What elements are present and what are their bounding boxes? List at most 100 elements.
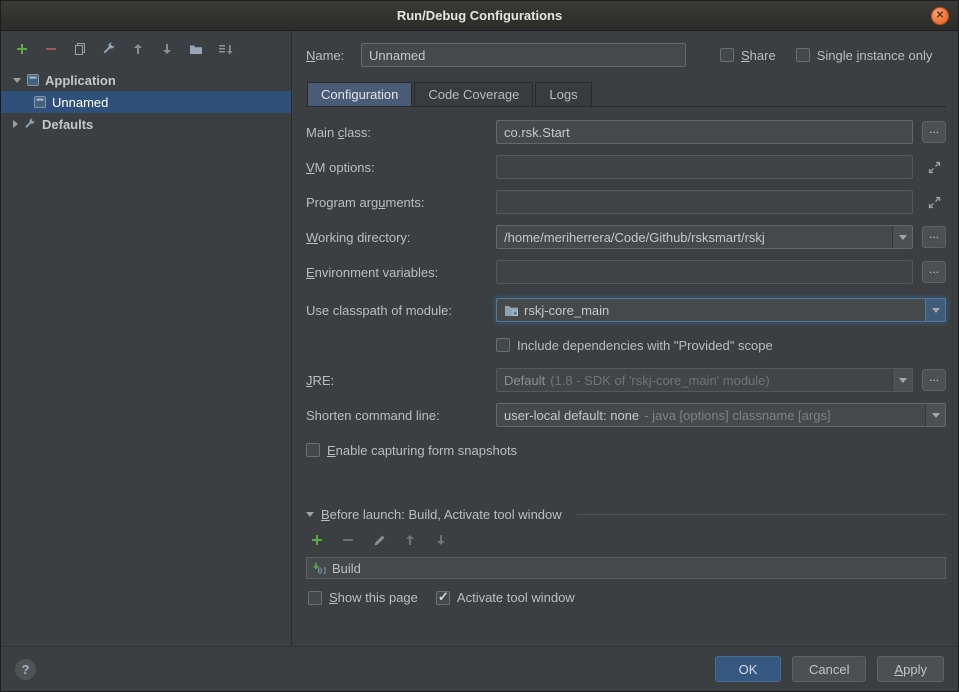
shorten-command-line-label: Shorten command line: xyxy=(306,408,496,423)
close-button[interactable] xyxy=(931,7,949,25)
shorten-command-line-value: user-local default: none xyxy=(504,408,639,423)
program-arguments-row: Program arguments: xyxy=(306,190,946,214)
show-this-page-checkbox[interactable]: Show this page xyxy=(308,590,418,605)
environment-variables-browse-button[interactable]: ... xyxy=(922,261,946,283)
jre-label: JRE: xyxy=(306,373,496,388)
tree-item-defaults[interactable]: Defaults xyxy=(1,113,291,135)
checkbox-icon xyxy=(496,338,510,352)
apply-button[interactable]: Apply xyxy=(877,656,944,682)
arrow-up-icon xyxy=(402,532,418,548)
edit-templates-button[interactable] xyxy=(100,40,118,58)
tab-code-coverage[interactable]: Code Coverage xyxy=(414,82,533,106)
move-up-button[interactable] xyxy=(129,40,147,58)
before-launch-toggle[interactable]: Before launch: Build, Activate tool wind… xyxy=(306,507,946,522)
ok-button[interactable]: OK xyxy=(715,656,781,682)
jre-browse-button[interactable]: ... xyxy=(922,369,946,391)
checkbox-label: Single instance only xyxy=(817,48,933,63)
classpath-module-combo[interactable]: rskj-core_main xyxy=(496,298,946,322)
name-label: Name: xyxy=(306,48,361,63)
include-dependencies-checkbox[interactable]: Include dependencies with "Provided" sco… xyxy=(496,338,773,353)
vm-options-expand-button[interactable] xyxy=(922,155,946,179)
environment-variables-label: Environment variables: xyxy=(306,265,496,280)
arrow-up-icon xyxy=(130,41,146,57)
cancel-button[interactable]: Cancel xyxy=(792,656,866,682)
program-arguments-input[interactable] xyxy=(496,190,913,214)
copy-icon xyxy=(72,41,88,57)
move-task-up-button[interactable] xyxy=(401,531,419,549)
tab-configuration[interactable]: Configuration xyxy=(307,82,412,106)
move-down-button[interactable] xyxy=(158,40,176,58)
tree-item-unnamed[interactable]: Unnamed xyxy=(1,91,291,113)
tree-item-application[interactable]: Application xyxy=(1,69,291,91)
configurations-tree: Application Unnamed Defaults xyxy=(1,67,291,646)
arrow-down-icon xyxy=(159,41,175,57)
remove-task-button[interactable] xyxy=(339,531,357,549)
tab-logs[interactable]: Logs xyxy=(535,82,591,106)
checkbox-icon xyxy=(796,48,810,62)
sidebar-toolbar xyxy=(1,31,291,67)
before-launch-toolbar xyxy=(306,522,946,557)
working-directory-field[interactable]: /home/meriherrera/Code/Github/rsksmart/r… xyxy=(496,225,913,249)
main-class-label: Main class: xyxy=(306,125,496,140)
main-class-input[interactable] xyxy=(496,120,913,144)
task-item-build[interactable]: Build xyxy=(332,561,361,576)
application-icon xyxy=(26,73,40,87)
include-dependencies-row: Include dependencies with "Provided" sco… xyxy=(306,333,946,357)
svg-text:01: 01 xyxy=(318,567,327,576)
name-input[interactable] xyxy=(361,43,686,67)
sort-icon xyxy=(217,41,233,57)
edit-task-button[interactable] xyxy=(370,531,388,549)
add-icon xyxy=(14,41,30,57)
working-directory-browse-button[interactable]: ... xyxy=(922,226,946,248)
shorten-command-line-combo[interactable]: user-local default: none - java [options… xyxy=(496,403,946,427)
enable-capturing-checkbox[interactable]: Enable capturing form snapshots xyxy=(306,443,517,458)
help-button[interactable] xyxy=(15,659,36,680)
vm-options-row: VM options: xyxy=(306,155,946,179)
expand-field-icon xyxy=(927,195,942,210)
expand-field-icon xyxy=(927,160,942,175)
program-arguments-expand-button[interactable] xyxy=(922,190,946,214)
jre-row: JRE: Default (1.8 - SDK of 'rskj-core_ma… xyxy=(306,368,946,392)
main-class-browse-button[interactable]: ... xyxy=(922,121,946,143)
classpath-module-row: Use classpath of module: rskj-core_main xyxy=(306,298,946,322)
checkbox-label: Enable capturing form snapshots xyxy=(327,443,517,458)
build-icon: 01 xyxy=(312,561,326,575)
checkbox-label: Activate tool window xyxy=(457,590,575,605)
add-configuration-button[interactable] xyxy=(13,40,31,58)
add-icon xyxy=(309,532,325,548)
before-launch-title: Before launch: Build, Activate tool wind… xyxy=(321,507,562,522)
sort-configurations-button[interactable] xyxy=(216,40,234,58)
chevron-down-icon xyxy=(899,235,907,240)
jre-combo[interactable]: Default (1.8 - SDK of 'rskj-core_main' m… xyxy=(496,368,913,392)
dropdown-arrow-button[interactable] xyxy=(925,404,945,426)
enable-capturing-row: Enable capturing form snapshots xyxy=(306,438,946,462)
folder-icon xyxy=(188,41,204,57)
single-instance-checkbox[interactable]: Single instance only xyxy=(796,48,933,63)
create-folder-button[interactable] xyxy=(187,40,205,58)
program-arguments-label: Program arguments: xyxy=(306,195,496,210)
chevron-down-icon xyxy=(306,512,314,517)
activate-tool-window-checkbox[interactable]: Activate tool window xyxy=(436,590,575,605)
classpath-module-label: Use classpath of module: xyxy=(306,303,496,318)
move-task-down-button[interactable] xyxy=(432,531,450,549)
shorten-command-line-row: Shorten command line: user-local default… xyxy=(306,403,946,427)
add-task-button[interactable] xyxy=(308,531,326,549)
environment-variables-row: Environment variables: ... xyxy=(306,260,946,284)
checkbox-icon xyxy=(308,591,322,605)
vm-options-input[interactable] xyxy=(496,155,913,179)
remove-configuration-button[interactable] xyxy=(42,40,60,58)
before-launch-task-list: 01 Build xyxy=(306,557,946,579)
dropdown-arrow-button[interactable] xyxy=(925,299,945,321)
window-title: Run/Debug Configurations xyxy=(397,8,562,23)
dropdown-arrow-button[interactable] xyxy=(892,226,912,248)
remove-icon xyxy=(43,41,59,57)
environment-variables-input[interactable] xyxy=(496,260,913,284)
copy-configuration-button[interactable] xyxy=(71,40,89,58)
shorten-command-line-hint: - java [options] classname [args] xyxy=(644,408,830,423)
share-checkbox[interactable]: Share xyxy=(720,48,776,63)
pencil-icon xyxy=(372,533,387,548)
classpath-module-value: rskj-core_main xyxy=(524,303,609,318)
remove-icon xyxy=(340,532,356,548)
dropdown-arrow-button[interactable] xyxy=(892,369,912,391)
separator-line xyxy=(577,514,946,515)
